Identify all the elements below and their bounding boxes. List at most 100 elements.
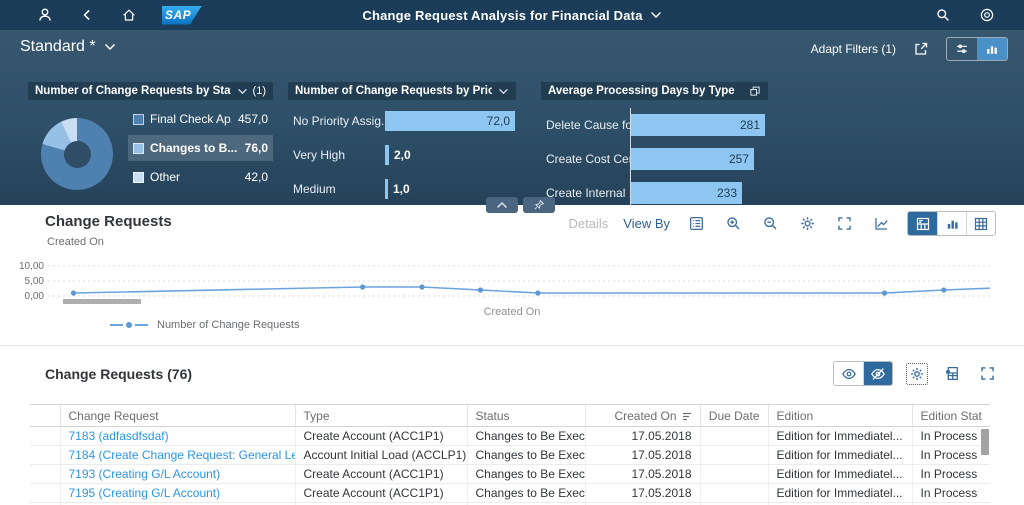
legend-item[interactable]: Other 42,0 [128,164,273,190]
cell-due-date [699,426,768,446]
table-row[interactable]: 7184 (Create Change Request: General Led… [30,445,990,465]
zoom-in-button[interactable] [722,213,744,235]
details-button[interactable]: Details [569,216,609,231]
change-request-link[interactable]: 7195 (Creating G/L Account) [69,486,221,500]
chart-table-view-button[interactable] [908,212,937,235]
bar[interactable]: 72,0 [385,111,515,131]
zoom-out-button[interactable] [759,213,781,235]
kpi-header-area: Standard * Adapt Filters (1) Number of C… [0,30,1024,210]
chart-settings-button[interactable] [796,213,818,235]
chevron-down-icon [650,11,661,19]
variant-selector[interactable]: Standard * [20,38,116,56]
data-point[interactable] [881,290,888,296]
bar-row[interactable]: Delete Cause fo... 281 [546,108,765,142]
row-selector-cell[interactable] [30,426,60,446]
bar[interactable]: 281 [631,114,765,136]
kpi-card-processing[interactable]: Average Processing Days by Type Delete C… [541,82,768,210]
adapt-filters-button[interactable]: Adapt Filters (1) [811,42,896,56]
bar-row[interactable]: Very High 2,0 [293,138,513,172]
table-scrollbar-thumb[interactable] [981,429,989,455]
hide-details-button[interactable] [863,362,892,385]
column-header-status[interactable]: Status [466,404,585,427]
column-header-type[interactable]: Type [294,404,467,427]
show-details-button[interactable] [834,362,863,385]
bar[interactable]: 233 [631,182,742,204]
duplicate-window-icon[interactable] [749,85,761,97]
cell-change-request[interactable]: 7195 (Creating G/L Account) [59,483,295,503]
cell-status: Changes to Be Exec... [466,464,585,484]
cell-change-request[interactable]: 7184 (Create Change Request: General Led… [59,445,296,465]
bar[interactable] [385,179,388,199]
table-toolbar [833,361,998,386]
change-request-link[interactable]: 7184 (Create Change Request: General Led… [69,448,296,462]
data-point[interactable] [360,284,366,290]
column-header-created-on[interactable]: Created On [584,404,700,427]
kpi-card-status[interactable]: Number of Change Requests by Status (1) … [28,82,273,190]
bar-row[interactable]: No Priority Assig... 72,0 [293,104,515,138]
app-title-menu[interactable]: Change Request Analysis for Financial Da… [0,0,1024,30]
chart-view-button[interactable] [937,212,966,235]
kpi-card-priority-header[interactable]: Number of Change Requests by Priority [288,82,516,100]
export-spreadsheet-button[interactable] [941,363,963,385]
collapse-header-button[interactable] [486,197,518,213]
table-scrollbar[interactable] [980,426,990,505]
chart-dimension-label: Created On [47,236,104,248]
show-legend-button[interactable] [685,213,707,235]
table-row[interactable]: 7183 (adfasdfsdaf) Create Account (ACC1P1… [30,426,990,446]
bar[interactable]: 257 [631,148,754,170]
kpi-card-processing-title: Average Processing Days by Type [548,85,735,97]
share-icon[interactable] [912,40,930,58]
legend-label: Changes to B... [150,141,238,155]
legend-item[interactable]: Changes to B... 76,0 [128,135,273,161]
data-point[interactable] [70,290,77,296]
table-view-button[interactable] [966,212,995,235]
chevron-down-icon[interactable] [237,88,248,95]
cell-due-date [699,464,768,484]
table-fullscreen-button[interactable] [976,363,998,385]
bar-label: Create Cost Cen... [546,152,630,166]
data-point[interactable] [477,287,483,293]
kpi-card-status-header[interactable]: Number of Change Requests by Status (1) [28,82,273,100]
kpi-card-priority[interactable]: Number of Change Requests by Priority No… [288,82,516,199]
cell-change-request[interactable]: 7183 (adfasdfsdaf) [59,426,295,446]
cell-edition: Edition for Immediatel... [767,426,912,446]
view-by-button[interactable]: View By [623,216,670,231]
line-chart[interactable] [48,258,990,304]
column-header-due-date[interactable]: Due Date [699,404,768,427]
column-header-edition[interactable]: Edition [767,404,912,427]
change-request-link[interactable]: 7193 (Creating G/L Account) [69,467,221,481]
table-settings-button[interactable] [906,362,928,385]
select-column-header[interactable] [30,404,60,427]
chart-scrollbar-thumb[interactable] [63,299,141,304]
zoom-in-icon [726,217,740,230]
cell-change-request[interactable]: 7193 (Creating G/L Account) [59,464,295,484]
data-point[interactable] [941,287,947,293]
legend-value: 76,0 [244,141,268,155]
chevron-down-icon[interactable] [498,88,509,95]
row-selector-cell[interactable] [30,483,60,503]
pin-header-button[interactable] [523,197,555,213]
kpi-card-processing-header[interactable]: Average Processing Days by Type [541,82,768,100]
bar-track: 72,0 [385,104,515,138]
grid-icon [974,217,988,230]
data-point[interactable] [535,290,541,296]
column-header-change-request[interactable]: Change Request [59,404,295,427]
bar[interactable] [385,145,389,165]
toggle-adapt-filters-button[interactable] [947,38,977,60]
trend-chart-button[interactable] [870,213,892,235]
copilot-icon[interactable] [978,6,996,24]
toggle-visual-filters-button[interactable] [977,38,1007,60]
row-selector-cell[interactable] [30,464,60,484]
cell-edition-status: In Process [911,445,990,465]
table-row[interactable]: 7193 (Creating G/L Account) Create Accoun… [30,464,990,484]
search-icon[interactable] [934,6,952,24]
table-row[interactable]: 7195 (Creating G/L Account) Create Accoun… [30,483,990,503]
column-header-edition-status[interactable]: Edition Stat [911,404,990,427]
legend-item[interactable]: Final Check Ap... 457,0 [128,106,273,132]
data-point[interactable] [419,284,425,290]
bar-row[interactable]: Medium 1,0 [293,172,513,206]
change-request-link[interactable]: 7183 (adfasdfsdaf) [69,429,169,443]
row-selector-cell[interactable] [30,445,60,465]
chart-fullscreen-button[interactable] [833,213,855,235]
bar-row[interactable]: Create Cost Cen... 257 [546,142,765,176]
